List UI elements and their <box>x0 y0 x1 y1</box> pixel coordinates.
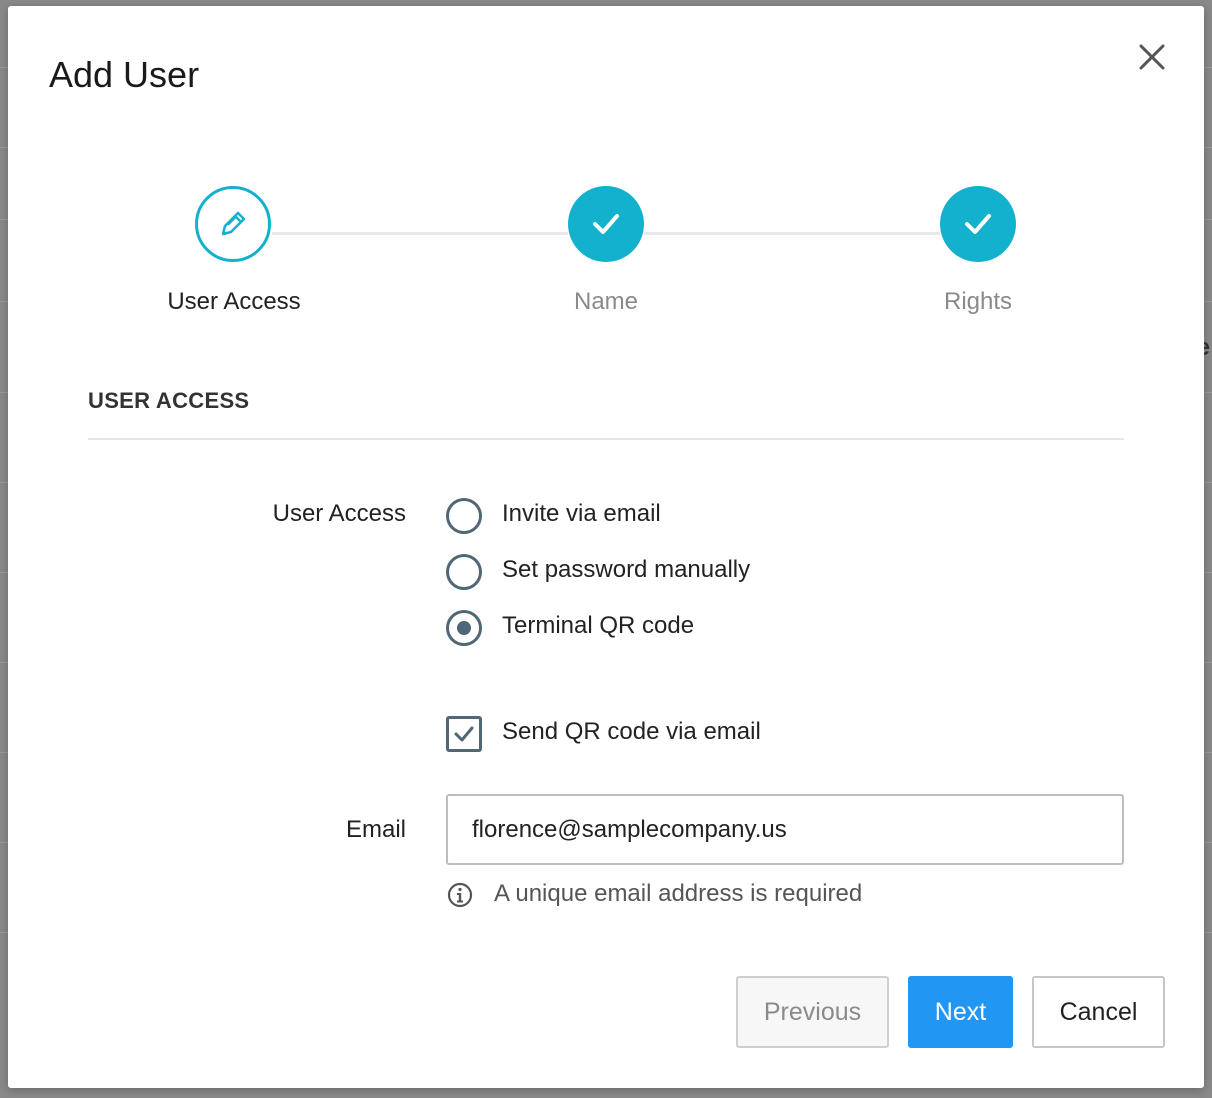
close-button[interactable] <box>1134 39 1170 75</box>
checkmark-icon <box>454 726 474 742</box>
step-name-circle[interactable] <box>568 186 644 262</box>
next-button[interactable]: Next <box>908 976 1013 1048</box>
radio-set-password-manually[interactable] <box>446 554 482 590</box>
section-divider <box>88 438 1124 440</box>
step-rights-circle[interactable] <box>940 186 1016 262</box>
radio-terminal-qr-code[interactable] <box>446 610 482 646</box>
section-title: USER ACCESS <box>88 388 250 413</box>
step-user-access-circle[interactable] <box>195 186 271 262</box>
check-icon <box>593 214 619 234</box>
user-access-label: User Access <box>272 500 406 527</box>
email-hint: A unique email address is required <box>494 880 863 907</box>
cancel-button[interactable]: Cancel <box>1032 976 1165 1048</box>
close-icon <box>1139 44 1165 70</box>
stepper-connector <box>272 232 568 235</box>
step-rights-label: Rights <box>943 288 1013 315</box>
step-user-access-label: User Access <box>167 288 301 315</box>
add-user-dialog: Add User User Access Name Rights USER AC… <box>8 6 1204 1088</box>
radio-terminal-qr-code-label[interactable]: Terminal QR code <box>502 612 694 640</box>
email-label: Email <box>345 816 406 843</box>
dialog-title: Add User <box>49 54 200 95</box>
radio-invite-via-email[interactable] <box>446 498 482 534</box>
send-qr-code-checkbox[interactable] <box>446 716 482 752</box>
email-field[interactable] <box>446 794 1124 865</box>
pencil-icon <box>221 211 246 236</box>
radio-set-password-manually-label[interactable]: Set password manually <box>502 556 750 584</box>
radio-selected-dot <box>457 621 471 635</box>
send-qr-code-label[interactable]: Send QR code via email <box>502 718 761 746</box>
radio-invite-via-email-label[interactable]: Invite via email <box>502 500 661 528</box>
stepper-connector <box>644 232 940 235</box>
info-icon <box>447 882 473 908</box>
step-name-label: Name <box>573 288 639 315</box>
previous-button[interactable]: Previous <box>736 976 889 1048</box>
check-icon <box>965 214 991 234</box>
